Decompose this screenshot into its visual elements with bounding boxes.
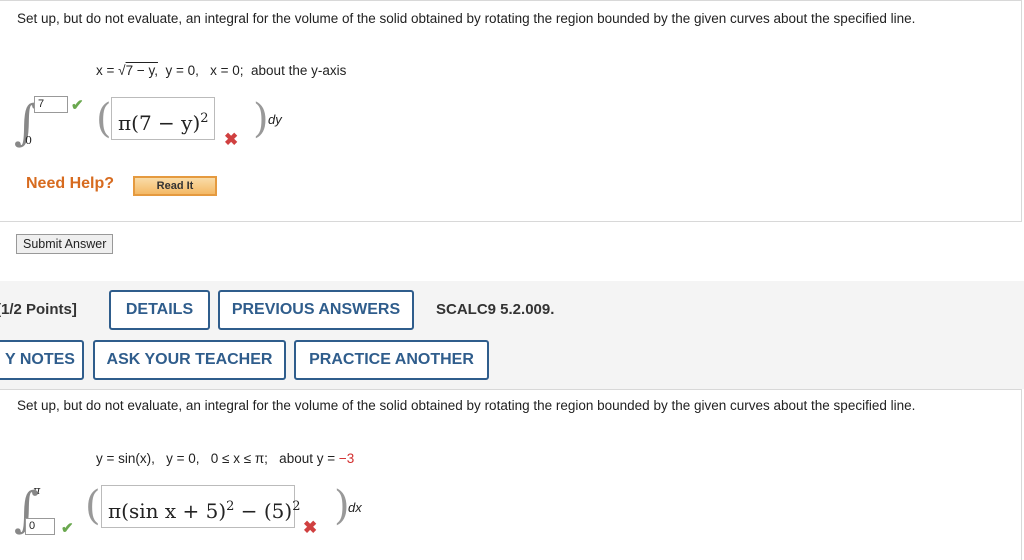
right-paren-icon: ) [253,96,269,142]
answer-2b: − (5) [234,499,293,523]
left-paren-2-icon: ( [85,483,101,529]
practice-another-button[interactable]: PRACTICE ANOTHER [294,340,489,380]
answer-1-exp: 2 [200,111,209,126]
lower-limit: 0 [25,134,32,147]
ask-your-teacher-button[interactable]: ASK YOUR TEACHER [93,340,286,380]
question-2-prompt: Set up, but do not evaluate, an integral… [17,398,916,413]
answer-1-main: π(7 − y) [118,111,201,135]
answer-2a: π(sin x + 5) [108,499,227,523]
sqrt-sign: √ [118,63,126,78]
answer-1-input[interactable]: π(7 − y)2 [111,97,215,140]
question-1-prompt: Set up, but do not evaluate, an integral… [17,11,916,26]
eq2-neg: −3 [338,451,355,466]
checkmark-icon: ✔ [71,97,84,114]
source-label: SCALC9 5.2.009. [436,301,555,318]
eq-pre: x = [96,63,119,78]
upper-limit-input[interactable]: 7 [34,96,68,113]
cross-icon: ✖ [224,130,239,149]
differential-dy: dy [268,112,282,127]
need-help-label: Need Help? [26,175,115,192]
eq-post: y = 0, x = 0; [157,63,244,78]
differential-dx: dx [348,500,362,515]
eq2-main: y = sin(x), y = 0, 0 ≤ x ≤ π; about y = [96,451,339,466]
checkmark-2-icon: ✔ [61,520,74,537]
eq-radicand: 7 − y, [125,63,158,78]
question-2-equation: y = sin(x), y = 0, 0 ≤ x ≤ π; about y = … [96,451,354,466]
cross-2-icon: ✖ [303,518,318,537]
eq-about: about the y-axis [251,63,347,78]
lower-limit-2-input[interactable]: 0 [25,518,55,535]
read-it-button[interactable]: Read It [133,176,217,196]
question-1-card: Set up, but do not evaluate, an integral… [0,0,1022,222]
points-label: [1/2 Points] [0,301,77,318]
previous-answers-button[interactable]: PREVIOUS ANSWERS [218,290,414,330]
my-notes-button[interactable]: Y NOTES [0,340,84,380]
answer-2b-exp: 2 [292,499,301,514]
left-paren-icon: ( [96,96,112,142]
details-button[interactable]: DETAILS [109,290,210,330]
question-1-equation: x = √7 − y, y = 0, x = 0; about the y-ax… [96,63,346,78]
answer-2-input[interactable]: π(sin x + 5)2 − (5)2 [101,485,301,528]
submit-answer-button[interactable]: Submit Answer [16,234,114,254]
question-2-card: Set up, but do not evaluate, an integral… [0,389,1022,560]
